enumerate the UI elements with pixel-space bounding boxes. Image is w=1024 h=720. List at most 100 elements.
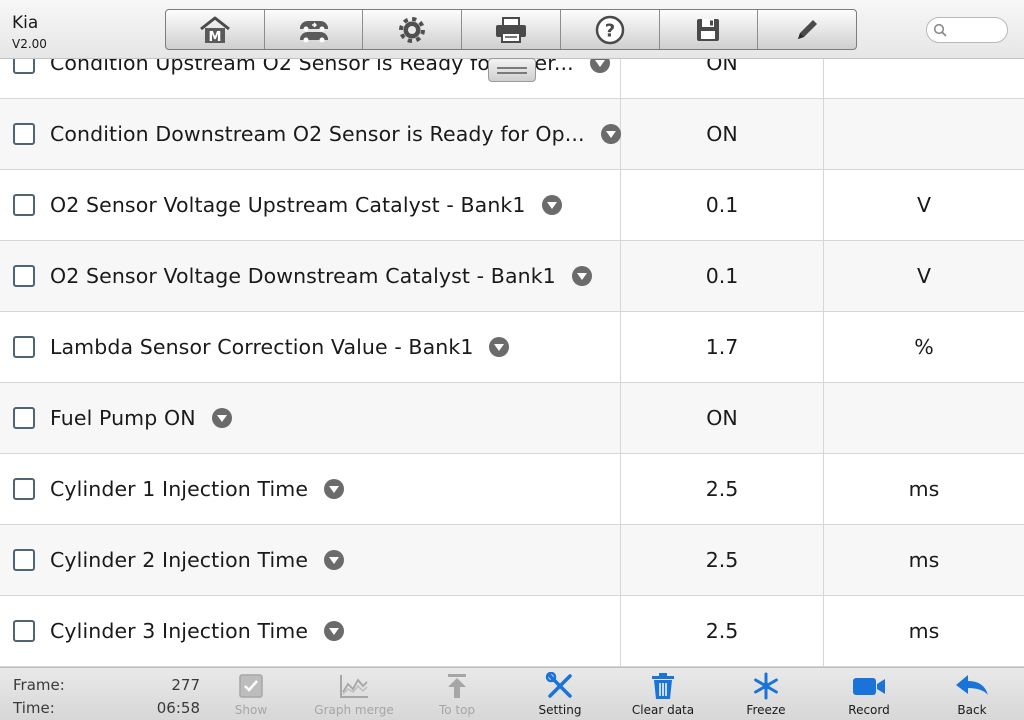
row-checkbox[interactable] xyxy=(13,59,35,74)
wrench-screwdriver-icon xyxy=(545,672,572,698)
unit-cell xyxy=(824,59,1024,98)
record-button[interactable]: Record xyxy=(824,672,914,718)
toolbar: M ? xyxy=(165,9,857,50)
value-cell: 0.1 xyxy=(621,241,824,311)
arrow-up-icon xyxy=(448,674,466,698)
help-button[interactable]: ? xyxy=(561,10,660,49)
edit-button[interactable] xyxy=(758,10,856,49)
dropdown-arrow-icon[interactable] xyxy=(324,479,345,499)
gear-icon xyxy=(399,16,426,43)
app-name: Kia xyxy=(12,13,39,33)
pid-value: ON xyxy=(706,406,738,430)
dropdown-arrow-icon[interactable] xyxy=(489,337,510,357)
pid-unit: ms xyxy=(908,477,940,501)
pid-unit: ms xyxy=(908,548,940,572)
graph-merge-label: Graph merge xyxy=(314,703,394,717)
trash-icon xyxy=(652,673,674,699)
print-button[interactable] xyxy=(462,10,561,49)
row-checkbox[interactable] xyxy=(13,336,35,358)
unit-cell: V xyxy=(824,241,1024,311)
pid-unit xyxy=(824,59,1024,98)
value-cell: 1.7 xyxy=(621,312,824,382)
graph-icon xyxy=(340,675,368,698)
pid-name: Lambda Sensor Correction Value - Bank1 xyxy=(50,312,510,382)
to-top-button[interactable]: To top xyxy=(412,672,502,718)
search-input[interactable] xyxy=(951,21,1001,39)
graph-merge-button[interactable]: Graph merge xyxy=(309,672,399,718)
row-checkbox[interactable] xyxy=(13,407,35,429)
settings-button[interactable] xyxy=(363,10,463,49)
row-checkbox[interactable] xyxy=(13,620,35,642)
pid-name-cell: Condition Downstream O2 Sensor is Ready … xyxy=(0,99,621,169)
handle-line xyxy=(497,67,527,69)
table-row[interactable]: Cylinder 1 Injection Time 2.5 ms xyxy=(0,454,1024,525)
svg-text:M: M xyxy=(208,30,221,45)
pid-name: O2 Sensor Voltage Downstream Catalyst - … xyxy=(50,241,592,311)
car-swap-icon xyxy=(299,20,328,42)
live-data-table[interactable]: Condition Upstream O2 Sensor is Ready fo… xyxy=(0,59,1024,667)
show-button[interactable]: Show xyxy=(206,672,296,718)
pid-value: 0.1 xyxy=(705,193,739,217)
footer-bar: Frame: 277 Time: 06:58 Show Graph merge … xyxy=(0,667,1024,720)
unit-cell: ms xyxy=(824,454,1024,524)
dropdown-arrow-icon[interactable] xyxy=(541,195,562,215)
value-cell: 2.5 xyxy=(621,454,824,524)
table-row[interactable]: Fuel Pump ON ON xyxy=(0,383,1024,454)
dropdown-arrow-icon[interactable] xyxy=(211,408,232,428)
clear-data-label: Clear data xyxy=(631,703,695,717)
pid-name-cell: O2 Sensor Voltage Downstream Catalyst - … xyxy=(0,241,621,311)
table-row[interactable]: Lambda Sensor Correction Value - Bank1 1… xyxy=(0,312,1024,383)
home-button[interactable]: M xyxy=(166,10,265,49)
pull-handle[interactable] xyxy=(488,58,536,82)
unit-cell: V xyxy=(824,170,1024,240)
table-row[interactable]: O2 Sensor Voltage Upstream Catalyst - Ba… xyxy=(0,170,1024,241)
save-button[interactable] xyxy=(660,10,759,49)
pid-name-text: Cylinder 1 Injection Time xyxy=(50,477,309,501)
value-cell: ON xyxy=(621,99,824,169)
frame-label: Frame: xyxy=(13,676,65,694)
pid-name-cell: Lambda Sensor Correction Value - Bank1 xyxy=(0,312,621,382)
setting-label: Setting xyxy=(538,703,582,717)
header-bar: Kia V2.00 M ? xyxy=(0,0,1024,59)
table-row[interactable]: Cylinder 2 Injection Time 2.5 ms xyxy=(0,525,1024,596)
handle-line xyxy=(497,72,527,74)
dropdown-arrow-icon[interactable] xyxy=(324,550,345,570)
pencil-icon xyxy=(798,19,818,39)
back-label: Back xyxy=(957,703,987,717)
dropdown-arrow-icon[interactable] xyxy=(589,59,610,73)
freeze-button[interactable]: Freeze xyxy=(721,672,811,718)
table-row[interactable]: Condition Downstream O2 Sensor is Ready … xyxy=(0,99,1024,170)
vehicle-swap-button[interactable] xyxy=(265,10,364,49)
row-checkbox[interactable] xyxy=(13,478,35,500)
value-cell: 2.5 xyxy=(621,596,824,666)
pid-name-cell: Cylinder 2 Injection Time xyxy=(0,525,621,595)
pid-name-cell: Fuel Pump ON xyxy=(0,383,621,453)
value-cell: ON xyxy=(621,59,824,98)
printer-icon xyxy=(496,16,527,43)
home-m-icon: M xyxy=(199,16,230,45)
frame-value: 277 xyxy=(171,676,200,694)
back-button[interactable]: Back xyxy=(927,672,1017,718)
dropdown-arrow-icon[interactable] xyxy=(571,266,592,286)
pid-name: O2 Sensor Voltage Upstream Catalyst - Ba… xyxy=(50,170,562,240)
pid-unit: ms xyxy=(908,619,940,643)
floppy-disk-icon xyxy=(697,18,720,41)
dropdown-arrow-icon[interactable] xyxy=(600,124,621,144)
row-checkbox[interactable] xyxy=(13,549,35,571)
value-cell: 2.5 xyxy=(621,525,824,595)
row-checkbox[interactable] xyxy=(13,265,35,287)
pid-value: 2.5 xyxy=(705,619,739,643)
table-row[interactable]: O2 Sensor Voltage Downstream Catalyst - … xyxy=(0,241,1024,312)
unit-cell xyxy=(824,99,1024,169)
row-checkbox[interactable] xyxy=(13,194,35,216)
value-cell: 0.1 xyxy=(621,170,824,240)
setting-button[interactable]: Setting xyxy=(515,672,605,718)
clear-data-button[interactable]: Clear data xyxy=(618,672,708,718)
pid-name-cell: Cylinder 1 Injection Time xyxy=(0,454,621,524)
back-arrow-icon xyxy=(956,675,988,695)
row-checkbox[interactable] xyxy=(13,123,35,145)
dropdown-arrow-icon[interactable] xyxy=(324,621,345,641)
table-row[interactable]: Cylinder 3 Injection Time 2.5 ms xyxy=(0,596,1024,667)
unit-cell: % xyxy=(824,312,1024,382)
search-field[interactable] xyxy=(926,17,1008,43)
